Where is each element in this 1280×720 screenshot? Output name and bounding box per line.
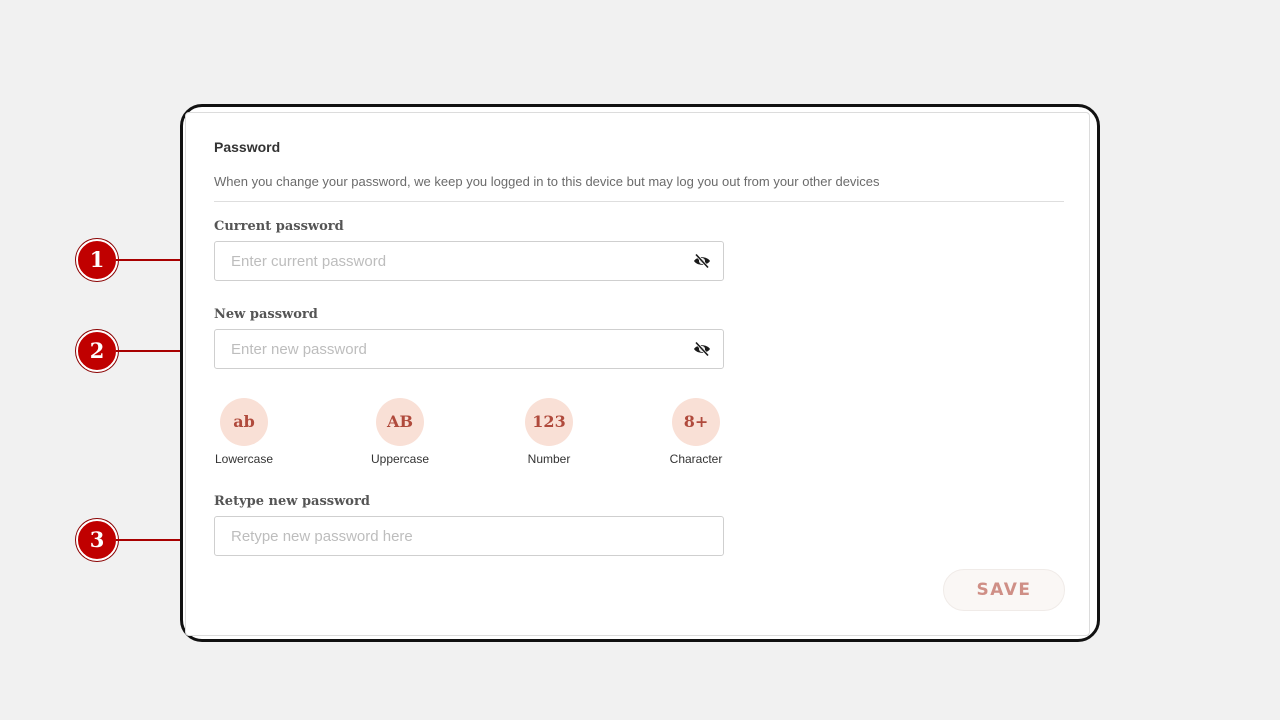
requirement-uppercase-label: Uppercase	[370, 452, 430, 466]
new-password-label: New password	[214, 307, 318, 322]
eye-off-icon[interactable]	[693, 341, 711, 357]
callout-connector-3	[116, 539, 182, 541]
current-password-field	[214, 241, 724, 281]
current-password-input[interactable]	[215, 242, 675, 280]
callout-badge-2: 2	[76, 330, 118, 372]
requirement-lowercase-label: Lowercase	[214, 452, 274, 466]
save-button[interactable]: SAVE	[943, 569, 1065, 611]
section-title: Password	[214, 139, 281, 155]
requirement-lowercase-badge: ab	[220, 398, 268, 446]
new-password-input[interactable]	[215, 330, 675, 368]
retype-password-field	[214, 516, 724, 556]
requirement-number-badge: 123	[525, 398, 573, 446]
callout-badge-3: 3	[76, 519, 118, 561]
requirement-uppercase: AB Uppercase	[360, 398, 440, 466]
requirement-lowercase: ab Lowercase	[204, 398, 284, 466]
callout-connector-2	[116, 350, 182, 352]
requirement-character: 8+ Character	[656, 398, 736, 466]
requirement-character-badge: 8+	[672, 398, 720, 446]
requirement-character-label: Character	[669, 452, 723, 466]
retype-password-label: Retype new password	[214, 494, 370, 509]
password-card	[185, 112, 1090, 636]
eye-off-icon[interactable]	[693, 253, 711, 269]
section-description: When you change your password, we keep y…	[214, 174, 880, 189]
requirement-uppercase-badge: AB	[376, 398, 424, 446]
retype-password-input[interactable]	[215, 517, 723, 555]
callout-connector-1	[116, 259, 182, 261]
requirement-number-label: Number	[527, 452, 571, 466]
section-divider	[214, 201, 1064, 202]
stage: 1 2 3 Password When you change your pass…	[0, 0, 1280, 720]
new-password-field	[214, 329, 724, 369]
callout-badge-1: 1	[76, 239, 118, 281]
requirement-number: 123 Number	[509, 398, 589, 466]
current-password-label: Current password	[214, 219, 344, 234]
